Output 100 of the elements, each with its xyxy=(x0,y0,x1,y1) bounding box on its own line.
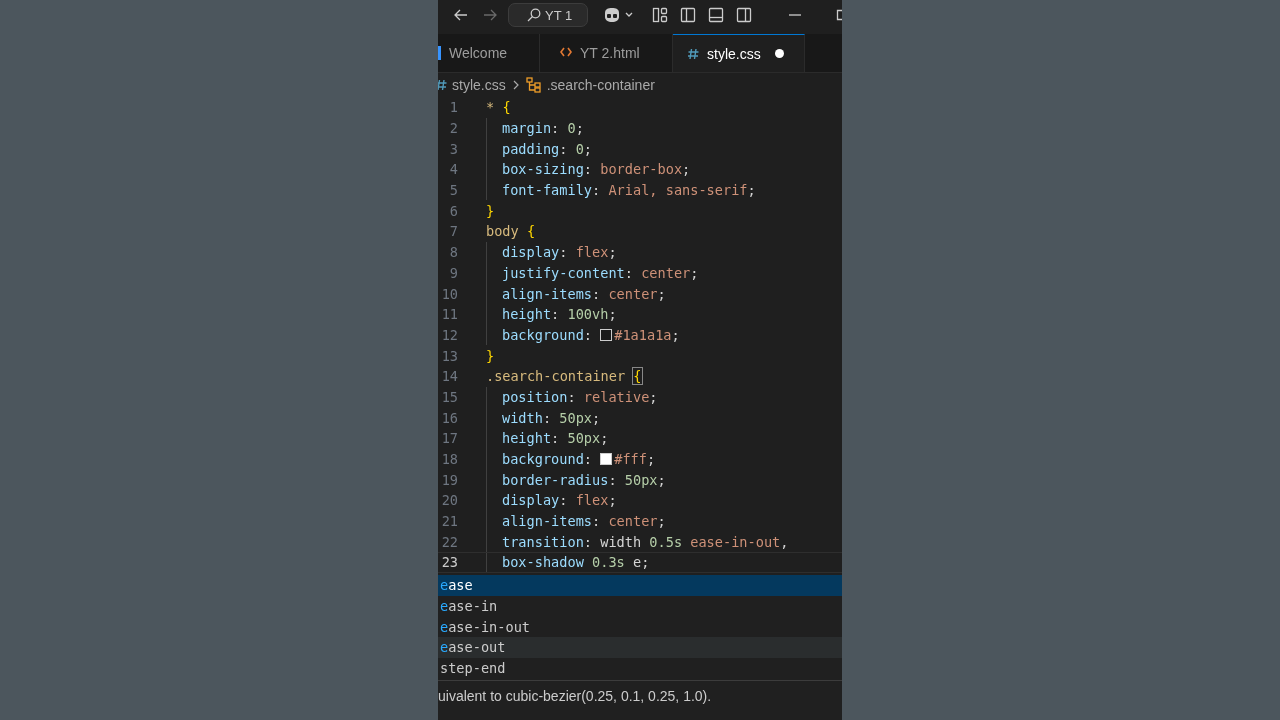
line-number: 19 xyxy=(440,471,458,488)
suggestion-item[interactable]: ease-in-out xyxy=(438,616,842,637)
secondary-sidebar-icon[interactable] xyxy=(736,7,752,23)
code-token: border-radius xyxy=(502,471,609,488)
code-token: position xyxy=(502,388,568,405)
code-token: center xyxy=(608,513,658,530)
code-token: margin xyxy=(502,120,552,137)
back-arrow-icon[interactable] xyxy=(453,7,469,23)
code-token: : xyxy=(567,388,577,405)
code-token: : xyxy=(592,285,602,302)
code-token: 0.5s xyxy=(649,533,684,550)
code-token: box-sizing xyxy=(502,161,584,178)
code-token: ; xyxy=(657,471,666,488)
line-number: 7 xyxy=(448,223,458,240)
code-token: ; xyxy=(657,513,666,530)
code-token: border-box xyxy=(600,161,683,178)
breadcrumb-item[interactable]: style.css xyxy=(452,77,506,93)
code-token: justify-content xyxy=(502,264,625,281)
code-token: : xyxy=(583,326,594,343)
code-token: : xyxy=(624,264,634,281)
code-token: ; xyxy=(608,244,617,261)
code-token: height xyxy=(502,306,552,323)
code-token: : xyxy=(551,430,561,447)
code-token: : xyxy=(542,409,553,426)
search-icon xyxy=(527,8,541,22)
suggestion-item[interactable]: ease-out xyxy=(438,636,842,658)
code-token: { xyxy=(502,99,511,116)
code-token: display xyxy=(502,492,560,509)
code-token: ; xyxy=(671,326,680,343)
panel-toggle-icon[interactable] xyxy=(708,7,724,23)
code-token: ; xyxy=(690,264,699,281)
sidebar-toggle-icon[interactable] xyxy=(680,7,696,23)
code-token: padding xyxy=(502,140,560,157)
code-token: 0 xyxy=(567,120,576,137)
code-token: ; xyxy=(682,161,691,178)
line-number: 14 xyxy=(440,368,458,385)
code-token: display xyxy=(502,244,560,261)
code-token: 0.3s xyxy=(592,554,625,571)
code-token: .search-container xyxy=(486,368,627,385)
copilot-icon[interactable] xyxy=(602,7,622,23)
forward-arrow-icon[interactable] xyxy=(482,7,498,23)
suggestion-item[interactable]: ease-in xyxy=(438,595,842,617)
code-token: 50px xyxy=(559,409,593,426)
code-token: height xyxy=(502,430,552,447)
code-token: font-family xyxy=(502,182,593,199)
suggestion-description: uivalent to cubic-bezier(0.25, 0.1, 0.25, 1.0). xyxy=(438,687,713,705)
code-token: ease-in-out xyxy=(690,533,781,550)
line-number: 20 xyxy=(440,492,458,509)
code-token: : xyxy=(559,492,569,509)
code-token: align-items xyxy=(502,513,593,530)
code-token: ; xyxy=(657,285,666,302)
line-number: 18 xyxy=(440,451,458,468)
code-token: { xyxy=(633,368,642,385)
code-token: 50px xyxy=(567,430,601,447)
code-token: 100vh xyxy=(567,306,609,323)
line-number: 8 xyxy=(448,244,458,261)
css-file-icon xyxy=(438,79,447,91)
line-number: 6 xyxy=(448,202,458,219)
code-token: : xyxy=(592,513,602,530)
line-number: 9 xyxy=(448,264,458,281)
code-token: #1a1a1a xyxy=(614,326,672,343)
code-token: : xyxy=(608,471,618,488)
code-token: relative xyxy=(583,388,650,405)
code-token: : xyxy=(559,244,569,261)
code-token: : xyxy=(583,451,594,468)
code-token: #fff xyxy=(614,451,647,468)
code-token: ; xyxy=(649,388,658,405)
css-file-icon xyxy=(687,47,699,60)
line-number: 4 xyxy=(448,161,458,178)
line-number: 16 xyxy=(440,409,458,426)
line-number: 1 xyxy=(448,99,458,116)
code-token: 0 xyxy=(575,140,584,157)
line-number: 23 xyxy=(440,554,458,571)
code-token: 50px xyxy=(624,471,658,488)
suggestion-item[interactable]: step-end xyxy=(438,657,842,679)
code-token: ; xyxy=(608,492,617,509)
code-token: width xyxy=(502,409,543,426)
code-token: : xyxy=(592,182,602,199)
code-token: background xyxy=(502,326,584,343)
line-number: 5 xyxy=(448,182,458,199)
breadcrumb-item[interactable]: .search-container xyxy=(546,77,655,93)
layout-icon[interactable] xyxy=(652,7,668,23)
code-token: ; xyxy=(583,140,593,157)
line-number: 2 xyxy=(448,120,458,137)
line-number: 10 xyxy=(440,285,458,302)
code-token: : width xyxy=(583,533,643,550)
code-token: transition xyxy=(502,533,584,550)
editor-tab[interactable]: style.css xyxy=(673,34,805,72)
code-token: box-shadow xyxy=(502,554,585,571)
code-token: Arial, sans-serif xyxy=(608,182,748,199)
command-search-box[interactable]: YT 1 xyxy=(508,3,588,27)
code-token: : xyxy=(551,120,561,137)
suggestion-item[interactable]: ease xyxy=(438,574,842,596)
editor-tab[interactable]: Welcome xyxy=(438,34,540,72)
line-number: 17 xyxy=(440,430,458,447)
code-token: * xyxy=(486,99,496,116)
code-token: ; xyxy=(575,120,584,137)
line-number: 3 xyxy=(448,140,458,157)
line-number: 15 xyxy=(440,388,458,405)
code-token: center xyxy=(608,285,658,302)
